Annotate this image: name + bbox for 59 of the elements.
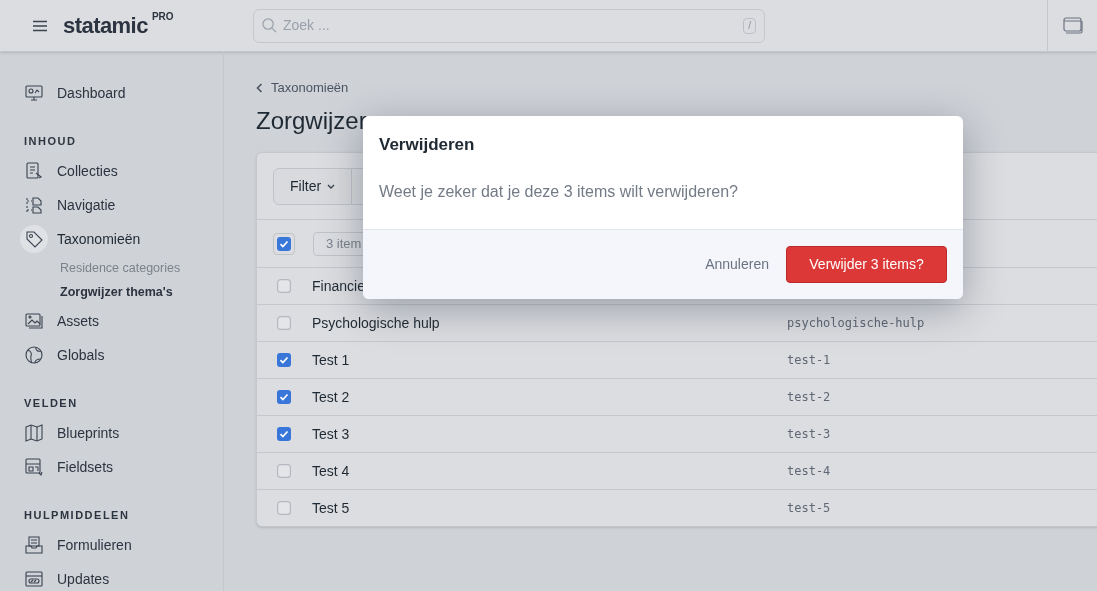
shortcut-key: / [743, 17, 756, 34]
breadcrumb-link[interactable]: Taxonomieën [271, 78, 349, 98]
sidebar-item[interactable]: Assets [57, 310, 99, 332]
logo[interactable]: statamic [63, 14, 148, 37]
row-slug: test-3 [787, 426, 831, 443]
globe-icon [24, 345, 44, 365]
checkbox[interactable] [277, 279, 291, 293]
chevron-down-icon [327, 183, 336, 189]
checkbox[interactable] [277, 501, 291, 515]
sidebar-item[interactable]: Taxonomieën [57, 228, 141, 250]
collections-icon [24, 161, 44, 181]
row-title[interactable]: Psychologische hulp [312, 312, 787, 334]
sidebar-item[interactable]: Updates [57, 568, 110, 590]
sidebar-item[interactable]: Fieldsets [57, 456, 114, 478]
row-slug: test-5 [787, 500, 831, 517]
tag-icon [24, 229, 44, 249]
sidebar-item[interactable]: Blueprints [57, 422, 120, 444]
row-slug: test-1 [787, 352, 831, 369]
dialog-message: Weet je zeker dat je deze 3 items wilt verwijderen? [379, 182, 739, 202]
section-heading: VELDEN [24, 396, 79, 410]
windows-icon[interactable] [1062, 17, 1083, 34]
back-chevron-icon[interactable] [256, 83, 263, 93]
sidebar-subitem[interactable]: Zorgwijzer thema's [60, 280, 223, 304]
forms-icon [24, 535, 44, 555]
cancel-button[interactable]: Annuleren [704, 254, 770, 275]
filter-button[interactable]: Filter [273, 167, 353, 205]
section-heading: INHOUD [24, 134, 78, 148]
row-slug: psychologische-hulp [787, 315, 925, 332]
sidebar-item[interactable]: Navigatie [57, 194, 116, 216]
row-title[interactable]: Test 5 [312, 497, 787, 519]
updates-icon [24, 569, 44, 589]
fieldsets-icon [24, 457, 44, 477]
dashboard-icon [24, 83, 44, 103]
dialog-title: Verwijderen [379, 134, 476, 156]
menu-icon[interactable] [33, 19, 47, 32]
page-title: Zorgwijzer [256, 106, 368, 136]
row-title[interactable]: Test 2 [312, 386, 787, 408]
assets-icon [24, 311, 44, 331]
checkbox[interactable] [277, 353, 291, 367]
navigation-icon [24, 195, 44, 215]
row-title[interactable]: Test 4 [312, 460, 787, 482]
row-slug: test-2 [787, 389, 831, 406]
checkbox[interactable] [277, 464, 291, 478]
sidebar-item[interactable]: Collecties [57, 160, 118, 182]
row-title[interactable]: Test 3 [312, 423, 787, 445]
checkbox[interactable] [277, 390, 291, 404]
checkbox[interactable] [277, 236, 291, 251]
section-heading: HULPMIDDELEN [24, 508, 131, 522]
sidebar-item[interactable]: Globals [57, 344, 105, 366]
confirm-delete-button[interactable]: Verwijder 3 items? [786, 246, 947, 283]
sidebar-item[interactable]: Dashboard [57, 82, 126, 104]
search-icon [262, 18, 277, 33]
sidebar-item[interactable]: Formulieren [57, 534, 132, 556]
pro-label: PRO [151, 11, 174, 22]
checkbox[interactable] [277, 316, 291, 330]
row-slug: test-4 [787, 463, 831, 480]
blueprints-icon [24, 423, 44, 443]
row-title[interactable]: Test 1 [312, 349, 787, 371]
checkbox[interactable] [277, 427, 291, 441]
